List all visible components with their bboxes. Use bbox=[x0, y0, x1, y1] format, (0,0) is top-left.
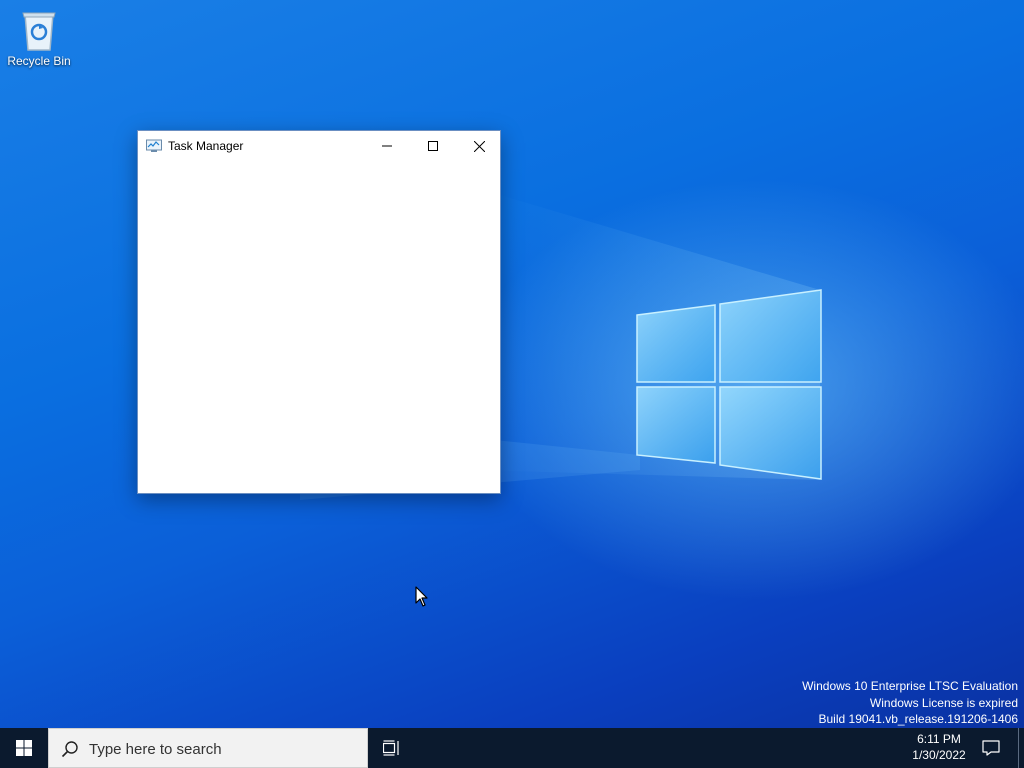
maximize-icon bbox=[428, 141, 438, 151]
watermark-edition: Windows 10 Enterprise LTSC Evaluation bbox=[802, 679, 1018, 693]
action-center-button[interactable] bbox=[976, 728, 1006, 768]
task-view-button[interactable] bbox=[370, 728, 414, 768]
taskbar: Type here to search 6:11 PM 1/30/2022 bbox=[0, 728, 1024, 768]
search-icon bbox=[61, 741, 78, 758]
minimize-icon bbox=[382, 145, 392, 147]
notification-icon bbox=[982, 740, 1000, 756]
clock-time: 6:11 PM bbox=[917, 732, 961, 746]
search-placeholder: Type here to search bbox=[89, 741, 222, 758]
close-icon bbox=[473, 140, 485, 152]
desktop-icon-label: Recycle Bin bbox=[7, 54, 71, 68]
desktop-icon-recycle-bin[interactable]: Recycle Bin bbox=[4, 6, 74, 74]
task-manager-icon bbox=[146, 139, 162, 152]
show-desktop-button[interactable] bbox=[1018, 728, 1024, 768]
window-title: Task Manager bbox=[168, 139, 244, 153]
activation-watermark: Windows 10 Enterprise LTSC Evaluation Wi… bbox=[802, 678, 1018, 728]
task-view-icon bbox=[383, 740, 399, 756]
task-manager-window[interactable]: Task Manager bbox=[137, 130, 501, 494]
window-titlebar[interactable]: Task Manager bbox=[138, 131, 500, 161]
close-button[interactable] bbox=[456, 131, 502, 161]
search-input[interactable]: Type here to search bbox=[48, 728, 368, 768]
clock-date: 1/30/2022 bbox=[912, 748, 966, 762]
minimize-button[interactable] bbox=[364, 131, 410, 161]
start-button[interactable] bbox=[0, 728, 48, 768]
desktop: Recycle Bin Task Manager Windows 10 Ente… bbox=[0, 0, 1024, 768]
maximize-button[interactable] bbox=[410, 131, 456, 161]
window-content bbox=[138, 161, 500, 493]
taskbar-clock[interactable]: 6:11 PM 1/30/2022 bbox=[900, 731, 978, 763]
watermark-build: Build 19041.vb_release.191206-1406 bbox=[818, 712, 1019, 726]
recycle-bin-icon bbox=[22, 12, 56, 51]
watermark-license: Windows License is expired bbox=[869, 695, 1018, 710]
mouse-cursor-icon bbox=[415, 586, 428, 607]
windows-logo-icon bbox=[16, 740, 32, 756]
